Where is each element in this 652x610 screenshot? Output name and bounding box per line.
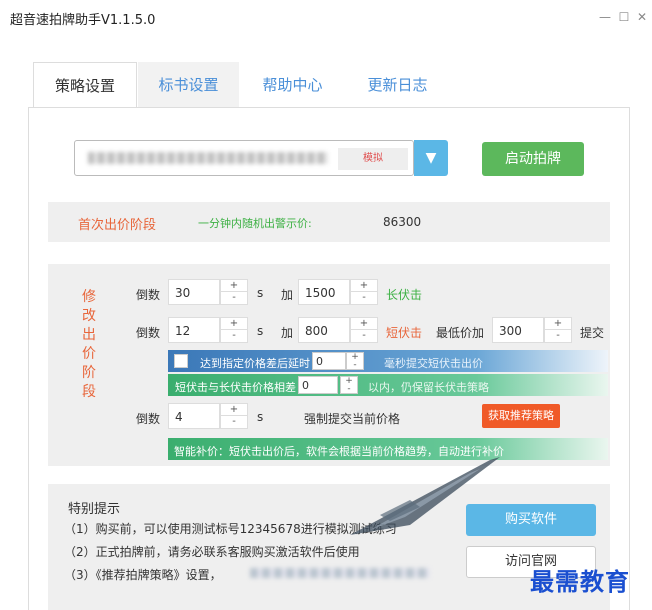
long-add-stepper[interactable]: + -	[350, 279, 378, 305]
diff-text-2: 以内，仍保留长伏击策略	[368, 381, 489, 394]
countdown-label: 倒数	[136, 326, 161, 340]
warning-price-value: 86300	[383, 215, 422, 229]
start-button[interactable]: 启动拍牌	[482, 142, 584, 176]
submit-label: 提交	[580, 326, 605, 340]
add-label: 加	[281, 326, 294, 340]
delay-stepper[interactable]: + -	[346, 352, 364, 370]
diff-stepper[interactable]: + -	[340, 376, 358, 394]
countdown-label: 倒数	[136, 412, 161, 426]
add-label: 加	[281, 288, 294, 302]
short-add-input[interactable]: 800	[298, 317, 350, 343]
note-line-1: （1）购买前，可以使用测试标号12345678进行模拟测试练习	[64, 522, 397, 536]
force-submit-label: 强制提交当前价格	[304, 412, 401, 426]
short-strike-label: 短伏击	[386, 326, 423, 340]
force-countdown-input[interactable]: 4	[168, 403, 220, 429]
tab-bid-settings[interactable]: 标书设置	[138, 62, 239, 108]
blurred-link	[250, 568, 430, 578]
modify-stage-title: 修 改 出 价 阶 段	[82, 289, 96, 400]
short-add-stepper[interactable]: + -	[350, 317, 378, 343]
delay-text-2: 毫秒提交短伏击出价	[384, 357, 483, 370]
recommend-strategy-button[interactable]: 获取推荐策略	[482, 404, 560, 428]
unit-s: s	[257, 410, 264, 424]
long-countdown-input[interactable]: 30	[168, 279, 220, 305]
first-stage-title: 首次出价阶段	[78, 218, 157, 233]
minimize-icon[interactable]: —	[598, 10, 612, 24]
short-countdown-input[interactable]: 12	[168, 317, 220, 343]
long-countdown-stepper[interactable]: + -	[220, 279, 248, 305]
countdown-label: 倒数	[136, 288, 161, 302]
unit-s: s	[257, 286, 264, 300]
close-icon[interactable]: ✕	[635, 10, 649, 24]
min-add-label: 最低价加	[436, 326, 485, 340]
diff-text-1: 短伏击与长伏击价格相差	[175, 381, 296, 394]
delay-checkbox[interactable]	[174, 354, 188, 368]
min-add-stepper[interactable]: + -	[544, 317, 572, 343]
short-countdown-stepper[interactable]: + -	[220, 317, 248, 343]
window-title: 超音速拍牌助手V1.1.5.0	[10, 13, 156, 28]
diff-input[interactable]: 0	[298, 376, 338, 394]
note-line-2: （2）正式拍牌前，请务必联系客服购买激活软件后使用	[64, 545, 360, 559]
mode-label: 模拟	[338, 148, 408, 170]
buy-software-button[interactable]: 购买软件	[466, 504, 596, 536]
tab-help[interactable]: 帮助中心	[245, 62, 340, 108]
warning-price-label: 一分钟内随机出警示价:	[198, 217, 312, 230]
maximize-icon[interactable]: ☐	[617, 10, 631, 24]
long-add-input[interactable]: 1500	[298, 279, 350, 305]
unit-s: s	[257, 324, 264, 338]
force-countdown-stepper[interactable]: + -	[220, 403, 248, 429]
delay-text-1: 达到指定价格差后延时	[200, 357, 310, 370]
min-add-input[interactable]: 300	[492, 317, 544, 343]
watermark-logo: 最需教育	[530, 567, 630, 596]
server-address-blurred	[88, 152, 328, 164]
tab-changelog[interactable]: 更新日志	[350, 62, 445, 108]
notes-title: 特别提示	[68, 502, 121, 517]
tab-strategy[interactable]: 策略设置	[33, 62, 137, 108]
dropdown-arrow-icon[interactable]: ▼	[414, 140, 448, 176]
long-strike-label: 长伏击	[386, 288, 423, 302]
note-line-3: （3）《推荐拍牌策略》设置，	[64, 568, 222, 582]
delay-input[interactable]: 0	[312, 352, 346, 370]
